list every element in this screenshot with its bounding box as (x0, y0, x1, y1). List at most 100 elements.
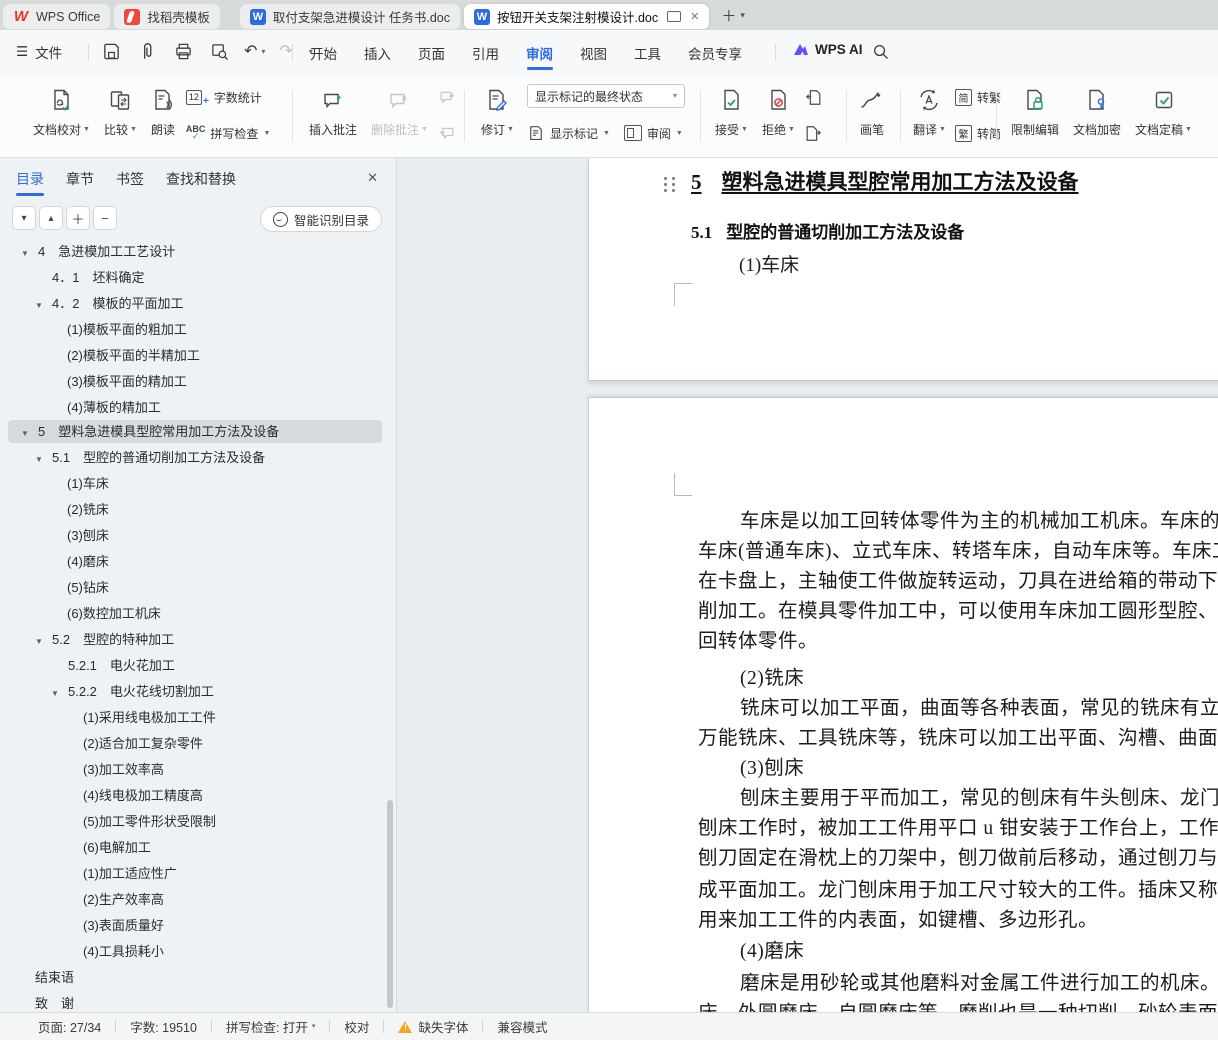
toc-item[interactable]: (1)采用线电极加工工件 (8, 706, 382, 729)
translate-button[interactable]: 翻译 ▼ (906, 82, 953, 141)
new-tab-button[interactable]: ＋ (721, 5, 736, 26)
toc-item[interactable]: (1)车床 (8, 472, 382, 495)
chevron-expanded-icon[interactable]: ▼ (51, 682, 68, 704)
compatibility-mode-badge[interactable]: 兼容模式 (497, 1017, 547, 1036)
smart-identify-toc-button[interactable]: 智能识别目录 (259, 206, 382, 232)
sidebar-tab-bookmarks[interactable]: 书签 (116, 158, 144, 200)
search-icon[interactable] (872, 43, 889, 60)
tab-review-active[interactable]: 审阅 (524, 31, 555, 75)
proofread-status[interactable]: 校对 (344, 1017, 369, 1036)
undo-icon[interactable]: ↶ (244, 41, 257, 61)
toc-item[interactable]: (4)磨床 (8, 550, 382, 573)
spell-check-button[interactable]: ABC ✓ 拼写检查 ▼ (186, 120, 270, 146)
toc-item[interactable]: (1)模板平面的粗加工 (8, 318, 382, 341)
output-pdf-icon[interactable] (136, 40, 158, 62)
toc-item[interactable]: ▼ 4 急进模加工工艺设计 (8, 240, 382, 263)
save-icon[interactable] (100, 40, 122, 62)
toc-item[interactable]: (2)生产效率高 (8, 888, 382, 911)
toc-item[interactable]: ▼ 5.1 型腔的普通切削加工方法及设备 (8, 446, 382, 469)
accept-change-button[interactable]: 接受 ▼ (708, 82, 755, 141)
zoom-out-outline-button[interactable]: − (93, 206, 117, 230)
toc-item[interactable]: (2)铣床 (8, 498, 382, 521)
toc-item-selected[interactable]: ▼ 5 塑料急进模具型腔常用加工方法及设备 (8, 420, 382, 443)
print-icon[interactable] (172, 40, 194, 62)
document-page-27[interactable]: 5 塑料急进模具型腔常用加工方法及设备 5.1 型腔的普通切削加工方法及设备 (1)… (588, 158, 1218, 381)
missing-font-warning[interactable]: ! 缺失字体 (398, 1017, 468, 1036)
chevron-expanded-icon[interactable]: ▼ (35, 630, 52, 652)
toc-item[interactable]: (4)薄板的精加工 (8, 396, 382, 419)
simplified-to-traditional-button[interactable]: 简 转繁 (954, 84, 1001, 110)
read-aloud-button[interactable]: 朗读 (144, 82, 182, 141)
toc-item[interactable]: (3)模板平面的精加工 (8, 370, 382, 393)
toc-item[interactable]: (2)适合加工复杂零件 (8, 732, 382, 755)
page-indicator[interactable]: 页面: 27/34 (38, 1017, 101, 1036)
chevron-expanded-icon[interactable]: ▼ (21, 422, 38, 444)
print-preview-icon[interactable] (208, 40, 230, 62)
next-change-button[interactable] (804, 120, 823, 146)
chevron-expanded-icon[interactable]: ▼ (35, 294, 52, 316)
file-menu[interactable]: ☰ 文件 (16, 42, 62, 62)
expand-all-button[interactable]: ▾ (12, 206, 36, 230)
zoom-in-outline-button[interactable]: ＋ (66, 206, 90, 230)
finalize-document-button[interactable]: 文档定稿 ▼ (1128, 82, 1199, 141)
spellcheck-status[interactable]: 拼写检查: 打开 ▾ (226, 1017, 315, 1036)
encrypt-document-button[interactable]: 文档加密 (1066, 82, 1128, 141)
toc-item[interactable]: ▼ 4．2 模板的平面加工 (8, 292, 382, 315)
tab-wps-office[interactable]: W WPS Office (3, 4, 111, 29)
word-count-indicator[interactable]: 字数: 19510 (130, 1017, 197, 1036)
tab-list-dropdown-icon[interactable]: ▾ (740, 10, 745, 21)
collapse-all-button[interactable]: ▴ (39, 206, 63, 230)
tab-tools[interactable]: 工具 (632, 31, 663, 75)
tab-home[interactable]: 开始 (308, 31, 339, 75)
sidebar-tab-find-replace[interactable]: 查找和替换 (166, 158, 236, 200)
toc-item[interactable]: (1)加工适应性广 (8, 862, 382, 885)
toc-item[interactable]: 4．1 坯料确定 (8, 266, 382, 289)
toc-item[interactable]: (5)加工零件形状受限制 (8, 810, 382, 833)
toc-item[interactable]: 5.2.1 电火花加工 (8, 654, 382, 677)
toc-item[interactable]: (2)模板平面的半精加工 (8, 344, 382, 367)
compare-button[interactable]: 比较 ▼ (97, 82, 144, 141)
toc-item[interactable]: (3)表面质量好 (8, 914, 382, 937)
sidebar-tab-contents[interactable]: 目录 (16, 158, 44, 200)
close-tab-icon[interactable]: ✕ (690, 10, 699, 23)
chevron-expanded-icon[interactable]: ▼ (21, 242, 38, 264)
restrict-editing-button[interactable]: 限制编辑 (1004, 82, 1066, 141)
markup-state-select[interactable]: 显示标记的最终状态 ▾ (526, 84, 685, 108)
toc-item[interactable]: 结束语 (8, 966, 382, 989)
tab-page[interactable]: 页面 (416, 31, 447, 75)
tab-view[interactable]: 视图 (578, 31, 609, 75)
toc-item[interactable]: (6)数控加工机床 (8, 602, 382, 625)
tab-document-2-active[interactable]: W 按钮开关支架注射模设计.doc ✕ (464, 4, 710, 29)
toc-item[interactable]: (4)线电极加工精度高 (8, 784, 382, 807)
tab-references[interactable]: 引用 (470, 31, 501, 75)
close-sidebar-icon[interactable]: ✕ (367, 170, 378, 186)
document-page-28[interactable]: 车床是以加工回转体零件为主的机械加工机床。车床的种类很多，包括卧式 车床(普通车… (588, 397, 1218, 1024)
previous-change-button[interactable] (804, 84, 823, 110)
toc-item[interactable]: ▼ 5.2 型腔的特种加工 (8, 628, 382, 651)
toc-item[interactable]: (3)加工效率高 (8, 758, 382, 781)
review-pane-button[interactable]: 审阅 ▼ (623, 120, 683, 146)
track-changes-button[interactable]: 修订 ▼ (474, 82, 521, 141)
ink-brush-button[interactable]: 画笔 (852, 82, 892, 141)
word-count-button[interactable]: 12 + 字数统计 (185, 84, 270, 110)
tab-insert[interactable]: 插入 (362, 31, 393, 75)
doc-proofread-button[interactable]: 文档校对 ▼ (26, 82, 97, 141)
sidebar-scrollbar[interactable] (387, 800, 393, 1008)
toc-item[interactable]: (4)工具损耗小 (8, 940, 382, 963)
insert-comment-button[interactable]: 插入批注 (302, 82, 364, 141)
sidebar-tab-chapters[interactable]: 章节 (66, 158, 94, 200)
toc-item[interactable]: ▼ 5.2.2 电火花线切割加工 (8, 680, 382, 703)
toc-item[interactable]: (6)电解加工 (8, 836, 382, 859)
toc-item[interactable]: (5)钻床 (8, 576, 382, 599)
undo-dropdown-icon[interactable]: ▾ (261, 47, 265, 56)
tab-member[interactable]: 会员专享 (686, 31, 744, 75)
toc-item[interactable]: (3)刨床 (8, 524, 382, 547)
chevron-expanded-icon[interactable]: ▼ (35, 448, 52, 470)
tab-document-1[interactable]: W 取付支架急进模设计 任务书.doc (239, 4, 460, 29)
paragraph-drag-handle-icon[interactable] (664, 177, 676, 193)
reject-change-button[interactable]: 拒绝 ▼ (755, 82, 802, 141)
wps-ai-button[interactable]: WPS AI (793, 42, 863, 57)
show-markup-button[interactable]: 显示标记 ▼ (527, 120, 610, 146)
enter-focus-mode-icon[interactable] (667, 11, 682, 22)
toc-item[interactable]: 致 谢 (8, 992, 382, 1012)
